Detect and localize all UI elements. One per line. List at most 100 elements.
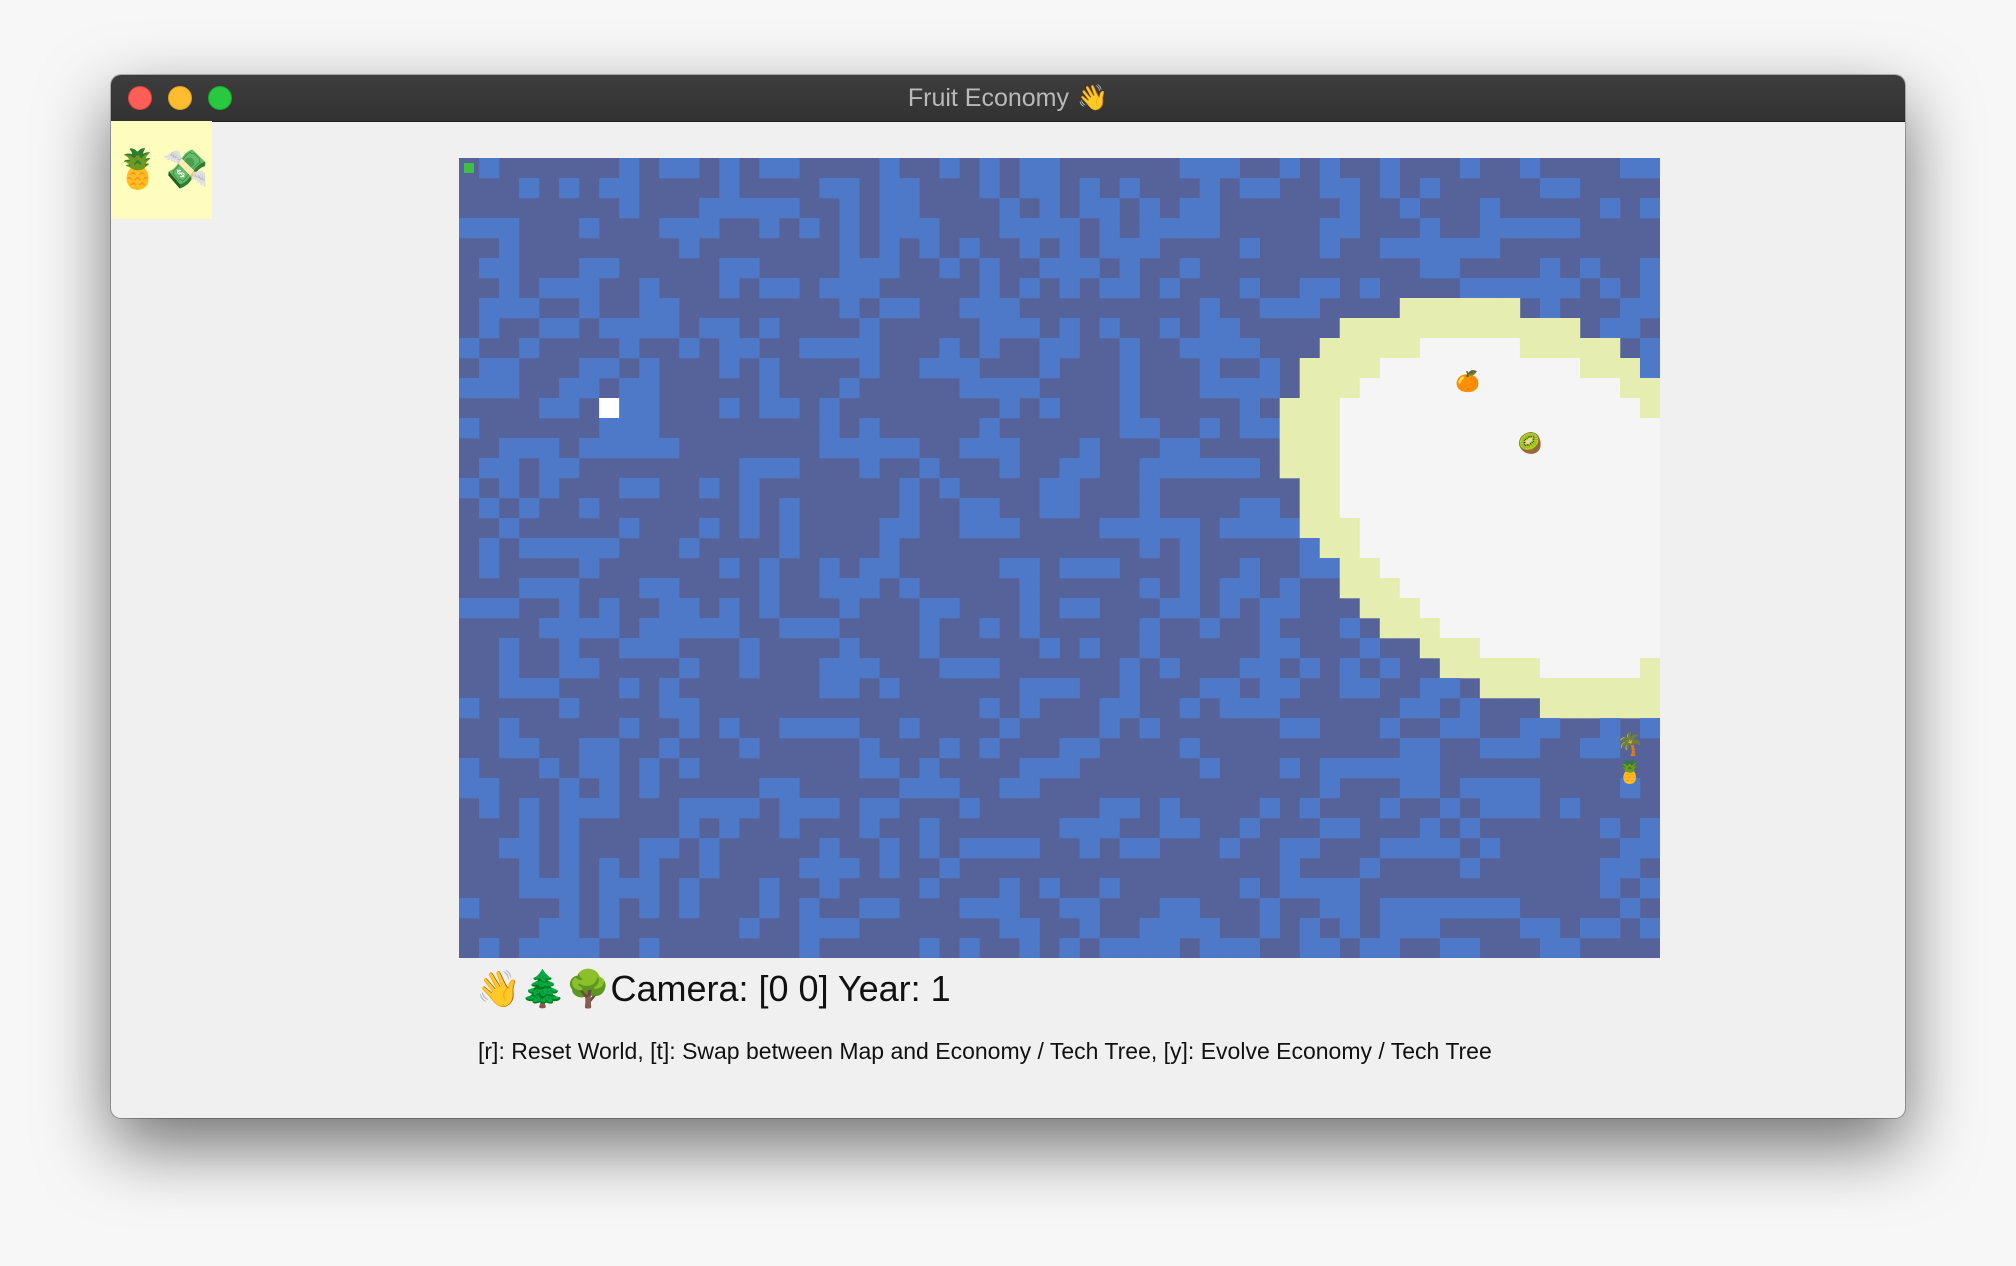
shallow-water-tile bbox=[639, 358, 660, 379]
shallow-water-tile bbox=[1519, 718, 1541, 739]
shallow-water-tile bbox=[559, 458, 580, 479]
shallow-water-tile bbox=[1499, 738, 1521, 759]
shallow-water-tile bbox=[619, 678, 640, 699]
shallow-water-tile bbox=[1159, 438, 1180, 459]
snow-tile bbox=[1559, 638, 1581, 659]
sand-tile bbox=[1379, 338, 1401, 359]
sand-tile bbox=[1559, 338, 1581, 359]
snow-tile bbox=[1419, 578, 1441, 599]
shallow-water-tile bbox=[1339, 218, 1361, 239]
shallow-water-tile bbox=[1479, 738, 1501, 759]
sand-tile bbox=[1559, 678, 1581, 699]
cursor-tile[interactable] bbox=[599, 398, 620, 418]
title-bar[interactable]: Fruit Economy 👋 bbox=[111, 75, 1905, 122]
side-panel[interactable]: 🍍 💸 bbox=[111, 121, 212, 219]
shallow-water-tile bbox=[579, 438, 600, 459]
snow-tile bbox=[1499, 598, 1521, 619]
shallow-water-tile bbox=[1419, 738, 1441, 759]
shallow-water-tile bbox=[919, 218, 940, 239]
shallow-water-tile bbox=[1339, 878, 1361, 899]
shallow-water-tile bbox=[1019, 778, 1040, 799]
shallow-water-tile bbox=[1159, 218, 1180, 239]
shallow-water-tile bbox=[459, 418, 480, 439]
snow-tile bbox=[1559, 598, 1581, 619]
shallow-water-tile bbox=[959, 378, 980, 399]
snow-tile bbox=[1519, 558, 1541, 579]
sand-tile bbox=[1599, 678, 1621, 699]
shallow-water-tile bbox=[879, 538, 900, 559]
shallow-water-tile bbox=[619, 878, 640, 899]
snow-tile bbox=[1639, 518, 1660, 539]
snow-tile bbox=[1479, 498, 1501, 519]
world-map[interactable]: 🍊 🥝 🌴 🍍 bbox=[459, 158, 1660, 958]
snow-tile bbox=[1359, 438, 1381, 459]
shallow-water-tile bbox=[879, 198, 900, 219]
shallow-water-tile bbox=[559, 858, 580, 879]
shallow-water-tile bbox=[559, 878, 580, 899]
shallow-water-tile bbox=[1139, 838, 1160, 859]
snow-tile bbox=[1579, 638, 1601, 659]
shallow-water-tile bbox=[499, 218, 520, 239]
shallow-water-tile bbox=[979, 378, 1000, 399]
shallow-water-tile bbox=[1199, 318, 1220, 339]
sand-tile bbox=[1459, 638, 1481, 659]
snow-tile bbox=[1479, 458, 1501, 479]
shallow-water-tile bbox=[519, 878, 540, 899]
shallow-water-tile bbox=[1159, 318, 1180, 339]
shallow-water-tile bbox=[559, 398, 580, 419]
shallow-water-tile bbox=[1419, 818, 1441, 839]
shallow-water-tile bbox=[1199, 178, 1220, 199]
shallow-water-tile bbox=[1219, 458, 1240, 479]
shallow-water-tile bbox=[599, 858, 620, 879]
shallow-water-tile bbox=[919, 358, 940, 379]
shallow-water-tile bbox=[1259, 378, 1280, 399]
shallow-water-tile bbox=[679, 898, 700, 919]
shallow-water-tile bbox=[1059, 818, 1080, 839]
money-with-wings-icon[interactable]: 💸 bbox=[162, 148, 209, 192]
snow-tile bbox=[1579, 598, 1601, 619]
shallow-water-tile bbox=[1499, 798, 1521, 819]
pineapple-cut-icon[interactable]: 🍍 bbox=[1616, 760, 1643, 785]
shallow-water-tile bbox=[479, 938, 500, 958]
shallow-water-tile bbox=[1119, 938, 1140, 958]
snow-tile bbox=[1359, 398, 1381, 419]
shallow-water-tile bbox=[1319, 158, 1341, 179]
shallow-water-tile bbox=[1379, 938, 1401, 958]
shallow-water-tile bbox=[859, 898, 880, 919]
shallow-water-tile bbox=[979, 338, 1000, 359]
shallow-water-tile bbox=[639, 578, 660, 599]
shallow-water-tile bbox=[1379, 758, 1401, 779]
shallow-water-tile bbox=[539, 318, 560, 339]
shallow-water-tile bbox=[1279, 298, 1300, 319]
shallow-water-tile bbox=[1059, 478, 1080, 499]
snow-tile bbox=[1619, 418, 1641, 439]
snow-tile bbox=[1439, 418, 1461, 439]
shallow-water-tile bbox=[1499, 218, 1521, 239]
shallow-water-tile bbox=[1239, 558, 1260, 579]
sand-tile bbox=[1399, 318, 1421, 339]
shallow-water-tile bbox=[979, 518, 1000, 539]
shallow-water-tile bbox=[1219, 518, 1240, 539]
shallow-water-tile bbox=[1259, 658, 1280, 679]
shallow-water-tile bbox=[979, 418, 1000, 439]
snow-tile bbox=[1559, 478, 1581, 499]
snow-tile bbox=[1439, 338, 1461, 359]
orange-icon[interactable]: 🍊 bbox=[1455, 369, 1481, 393]
shallow-water-tile bbox=[1339, 618, 1361, 639]
shallow-water-tile bbox=[579, 758, 600, 779]
snow-tile bbox=[1539, 578, 1561, 599]
snow-tile bbox=[1499, 638, 1521, 659]
snow-tile bbox=[1579, 618, 1601, 639]
sand-tile bbox=[1339, 358, 1361, 379]
snow-tile bbox=[1479, 398, 1501, 419]
shallow-water-tile bbox=[1319, 178, 1341, 199]
snow-tile bbox=[1559, 438, 1581, 459]
shallow-water-tile bbox=[779, 538, 800, 559]
snow-tile bbox=[1379, 518, 1401, 539]
shallow-water-tile bbox=[579, 358, 600, 379]
shallow-water-tile bbox=[919, 238, 940, 259]
pineapple-icon[interactable]: 🍍 bbox=[114, 148, 161, 192]
snow-tile bbox=[1419, 358, 1441, 379]
kiwi-icon[interactable]: 🥝 bbox=[1517, 430, 1542, 455]
palm-tree-icon[interactable]: 🌴 bbox=[1616, 732, 1643, 757]
